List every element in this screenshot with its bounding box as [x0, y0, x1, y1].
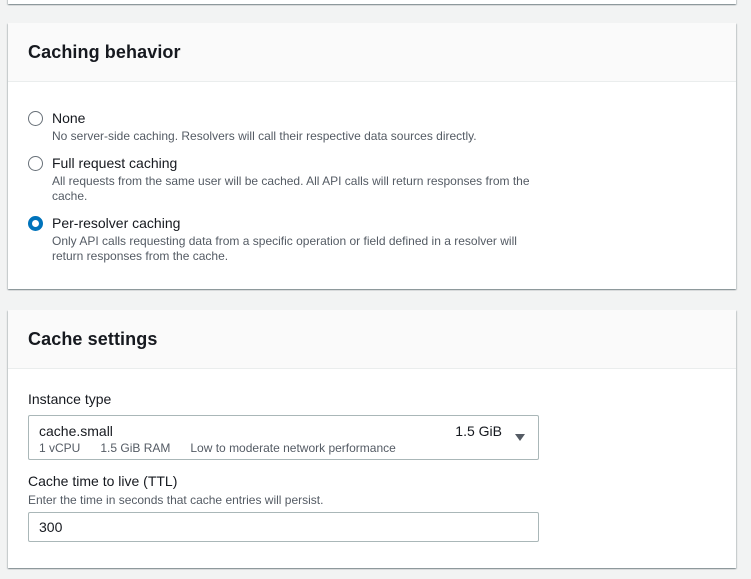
caching-behavior-title: Caching behavior	[28, 41, 181, 62]
instance-type-tags: 1 vCPU 1.5 GiB RAM Low to moderate netwo…	[39, 441, 416, 455]
instance-type-select[interactable]: cache.small 1.5 GiB 1 vCPU 1.5 GiB RAM L…	[28, 415, 539, 460]
instance-type-tag-vcpu: 1 vCPU	[39, 441, 81, 455]
instance-type-tag-ram: 1.5 GiB RAM	[100, 441, 171, 455]
ttl-input[interactable]	[28, 512, 539, 542]
radio-option-per-resolver-caching[interactable]: Per-resolver caching Only API calls requ…	[28, 214, 537, 264]
radio-option-full-request-caching[interactable]: Full request caching All requests from t…	[28, 154, 537, 204]
radio-button-none[interactable]	[28, 111, 43, 126]
cache-settings-title: Cache settings	[28, 328, 158, 349]
previous-panel-bottom	[8, 0, 736, 4]
instance-type-label: Instance type	[28, 391, 112, 407]
caret-down-icon[interactable]	[515, 434, 525, 441]
radio-label-full-request-caching: Full request caching	[52, 155, 178, 171]
radio-description-per-resolver-caching: Only API calls requesting data from a sp…	[52, 234, 517, 263]
radio-description-none: No server-side caching. Resolvers will c…	[52, 129, 477, 143]
caching-behavior-panel: Caching behavior None No server-side cac…	[8, 23, 736, 289]
cache-settings-panel: Cache settings Instance type cache.small…	[8, 310, 736, 568]
radio-description-full-request-caching: All requests from the same user will be …	[52, 174, 530, 203]
radio-label-per-resolver-caching: Per-resolver caching	[52, 215, 181, 231]
instance-type-selected-name: cache.small	[39, 423, 113, 439]
radio-button-per-resolver-caching[interactable]	[28, 216, 43, 231]
ttl-label: Cache time to live (TTL)	[28, 473, 178, 489]
radio-option-none[interactable]: None No server-side caching. Resolvers w…	[28, 109, 537, 144]
cache-settings-header: Cache settings	[8, 310, 736, 369]
radio-button-full-request-caching[interactable]	[28, 156, 43, 171]
caching-behavior-header: Caching behavior	[8, 23, 736, 82]
instance-type-tag-network: Low to moderate network performance	[190, 441, 396, 455]
ttl-description: Enter the time in seconds that cache ent…	[28, 493, 324, 507]
radio-label-none: None	[52, 110, 86, 126]
instance-type-selected-size: 1.5 GiB	[455, 423, 502, 439]
